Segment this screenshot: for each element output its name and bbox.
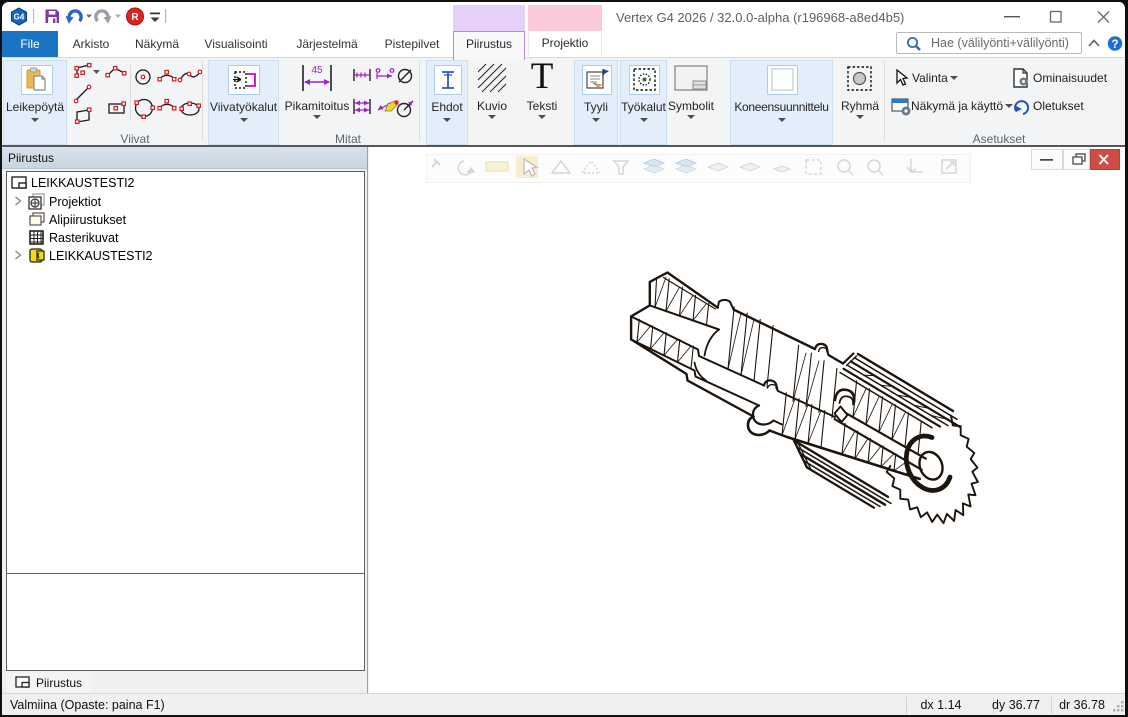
svg-text:G4: G4: [14, 13, 25, 22]
svg-text:45: 45: [311, 65, 323, 76]
svg-text:R: R: [131, 12, 139, 23]
svg-text:?: ?: [1111, 39, 1118, 51]
